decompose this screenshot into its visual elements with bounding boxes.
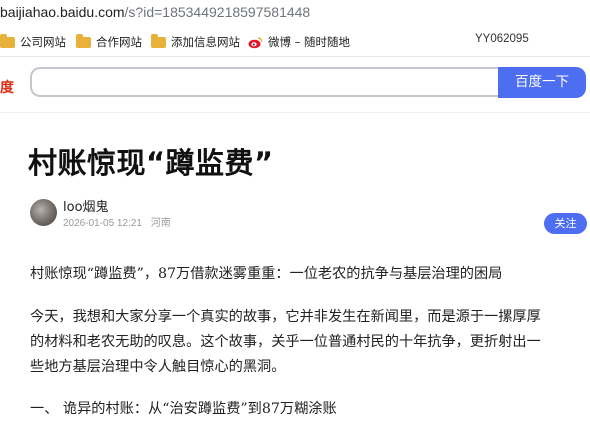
baidu-logo[interactable]: 度 <box>0 77 14 97</box>
weibo-icon <box>248 36 263 49</box>
address-bar[interactable]: baijiahao.baidu.com/s?id=185344921859758… <box>0 0 590 28</box>
author-name[interactable]: loo烟鬼 <box>63 196 109 215</box>
author-avatar[interactable] <box>30 199 57 226</box>
follow-button[interactable]: 关注 <box>544 213 587 234</box>
url-text[interactable]: baijiahao.baidu.com/s?id=185344921859758… <box>0 4 310 20</box>
bookmark-label: 合作网站 <box>96 35 142 49</box>
bookmark-weibo[interactable]: 微博 – 随时随地 <box>248 34 350 50</box>
bookmark-partner-sites[interactable]: 合作网站 <box>76 33 142 50</box>
bookmark-right-label: YY062095 <box>475 33 529 45</box>
article-meta: 2026-01-05 12:21 河南 <box>63 214 177 229</box>
bookmark-company-sites[interactable]: 公司网站 <box>0 33 66 50</box>
paragraph-line: 今天，我想和大家分享一个真实的故事，它并非发生在新闻里，而是源于一摞厚厚 <box>30 309 541 325</box>
bookmark-label: 添加信息网站 <box>171 35 240 49</box>
section-heading: 一、 诡异的村账：从“治安蹲监费”到87万糊涂账 <box>30 401 337 417</box>
search-input[interactable] <box>30 67 498 97</box>
paragraph-line: 的材料和老农无助的叹息。这个故事，关乎一位普通村民的十年抗争，更折射出一 <box>30 334 541 350</box>
article-paragraph: 今天，我想和大家分享一个真实的故事，它并非发生在新闻里，而是源于一摞厚厚 的材料… <box>30 305 590 380</box>
publish-location: 河南 <box>150 218 171 229</box>
bookmark-label: 公司网站 <box>20 35 66 49</box>
folder-icon <box>0 33 15 48</box>
search-button[interactable]: 百度一下 <box>498 67 586 98</box>
url-path: /s?id=1853449218597581448 <box>124 4 311 20</box>
header-divider <box>0 112 590 113</box>
bookmark-label: 微博 – 随时随地 <box>268 35 351 49</box>
article-title: 村账惊现“蹲监费” <box>28 146 274 180</box>
paragraph-line: 些地方基层治理中令人触目惊心的黑洞。 <box>30 359 286 375</box>
article-paragraph: 村账惊现“蹲监费”，87万借款迷雾重重：一位老农的抗争与基层治理的困局 <box>30 266 503 282</box>
url-host: baijiahao.baidu.com <box>0 4 125 20</box>
folder-icon <box>151 33 166 48</box>
publish-date: 2026-01-05 12:21 <box>63 218 142 229</box>
folder-icon <box>76 33 91 48</box>
bookmark-add-info-sites[interactable]: 添加信息网站 <box>151 33 240 50</box>
baidu-search-bar: 度 百度一下 <box>0 57 590 109</box>
